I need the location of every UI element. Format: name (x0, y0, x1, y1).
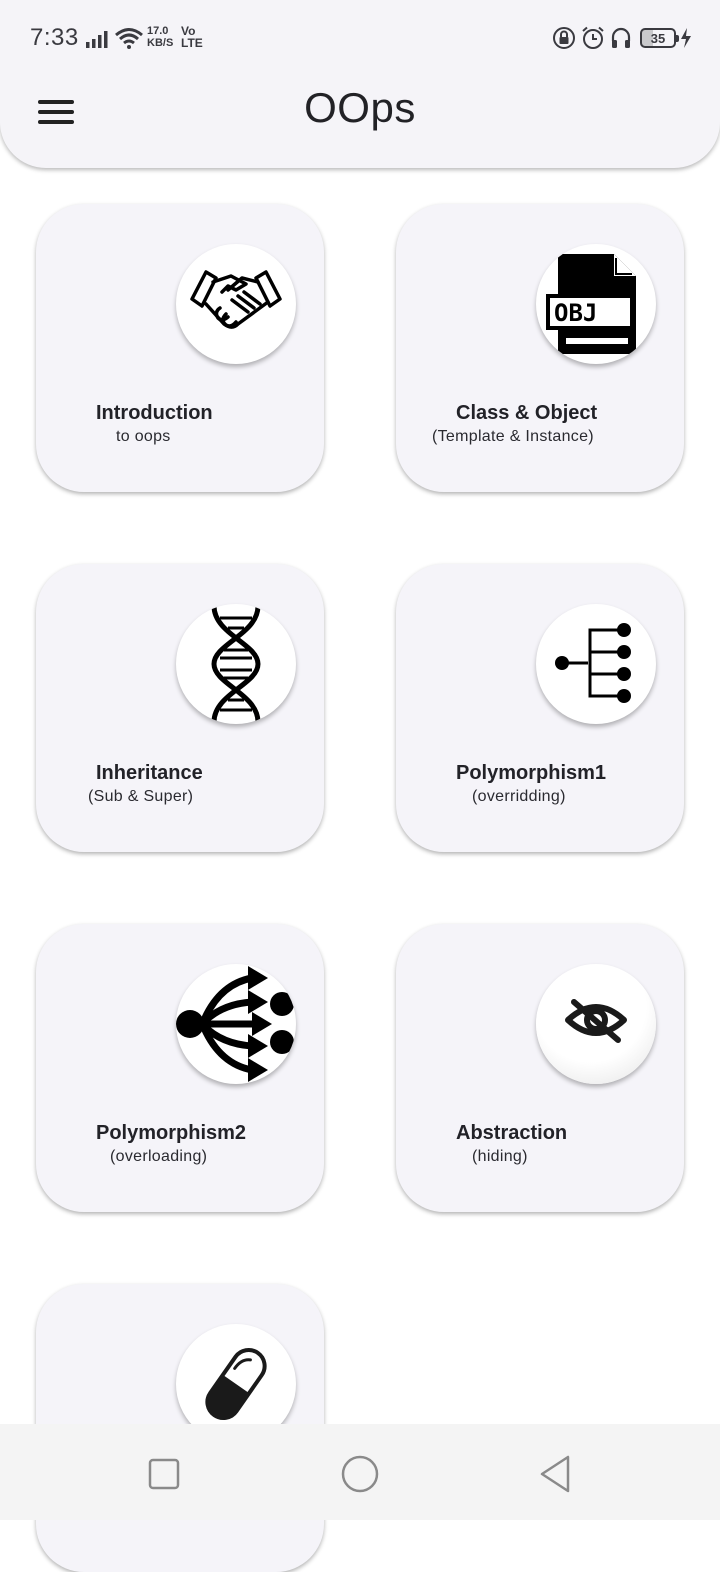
charging-bolt-icon (681, 28, 691, 48)
card-introduction[interactable]: Introduction to oops (36, 204, 324, 492)
network-speed-value: 17.0 (147, 25, 169, 37)
card-subtitle: (overridding) (472, 788, 566, 805)
topic-grid: Introduction to oops OBJ Class & Object … (0, 0, 720, 1572)
card-subtitle: (Template & Instance) (432, 428, 594, 445)
card-polymorphism1[interactable]: Polymorphism1 (overridding) (396, 564, 684, 852)
card-title: Class & Object (456, 402, 598, 424)
status-time: 7:33 (30, 24, 79, 51)
card-inheritance[interactable]: Inheritance (Sub & Super) (36, 564, 324, 852)
page-title: OOps (304, 84, 416, 131)
network-speed-unit: KB/S (147, 37, 174, 49)
signal-icon (86, 31, 108, 48)
card-subtitle: (overloading) (110, 1148, 208, 1165)
headphones-icon (611, 27, 631, 48)
app-bar: 7:33 17.0 KB/S Vo LTE 35 OOps (0, 0, 720, 168)
battery-indicator: 35 (640, 28, 679, 48)
card-subtitle: (hiding) (472, 1148, 528, 1165)
status-bar: 7:33 17.0 KB/S Vo LTE 35 (0, 0, 720, 78)
card-subtitle: to oops (116, 428, 171, 445)
branching-arrows-icon (176, 964, 296, 1084)
card-title: Abstraction (456, 1122, 568, 1144)
card-title: Polymorphism2 (96, 1122, 247, 1144)
circle-home-icon[interactable] (338, 1452, 382, 1496)
volte-bottom: LTE (181, 36, 203, 50)
system-navigation-bar (0, 1424, 720, 1520)
card-class-object[interactable]: OBJ Class & Object (Template & Instance) (396, 204, 684, 492)
triangle-back-icon[interactable] (534, 1452, 578, 1496)
wifi-icon (115, 28, 143, 49)
network-speed: 17.0 KB/S (147, 25, 173, 49)
card-abstraction[interactable]: Abstraction (hiding) (396, 924, 684, 1212)
card-polymorphism2[interactable]: Polymorphism2 (overloading) (36, 924, 324, 1212)
handshake-icon (176, 244, 296, 364)
card-title: Introduction (96, 402, 213, 424)
card-title: Polymorphism1 (456, 762, 607, 784)
card-title: Inheritance (96, 762, 203, 784)
tree-structure-icon (536, 604, 656, 724)
square-recents-icon[interactable] (142, 1452, 186, 1496)
obj-file-icon: OBJ (536, 244, 656, 364)
alarm-icon (582, 26, 604, 49)
lock-rotation-icon (553, 27, 575, 49)
volte-indicator: Vo LTE (181, 25, 203, 49)
dna-icon (176, 604, 296, 724)
card-subtitle: (Sub & Super) (88, 788, 194, 805)
eye-off-icon (536, 964, 656, 1084)
svg-text:OBJ: OBJ (554, 299, 597, 327)
